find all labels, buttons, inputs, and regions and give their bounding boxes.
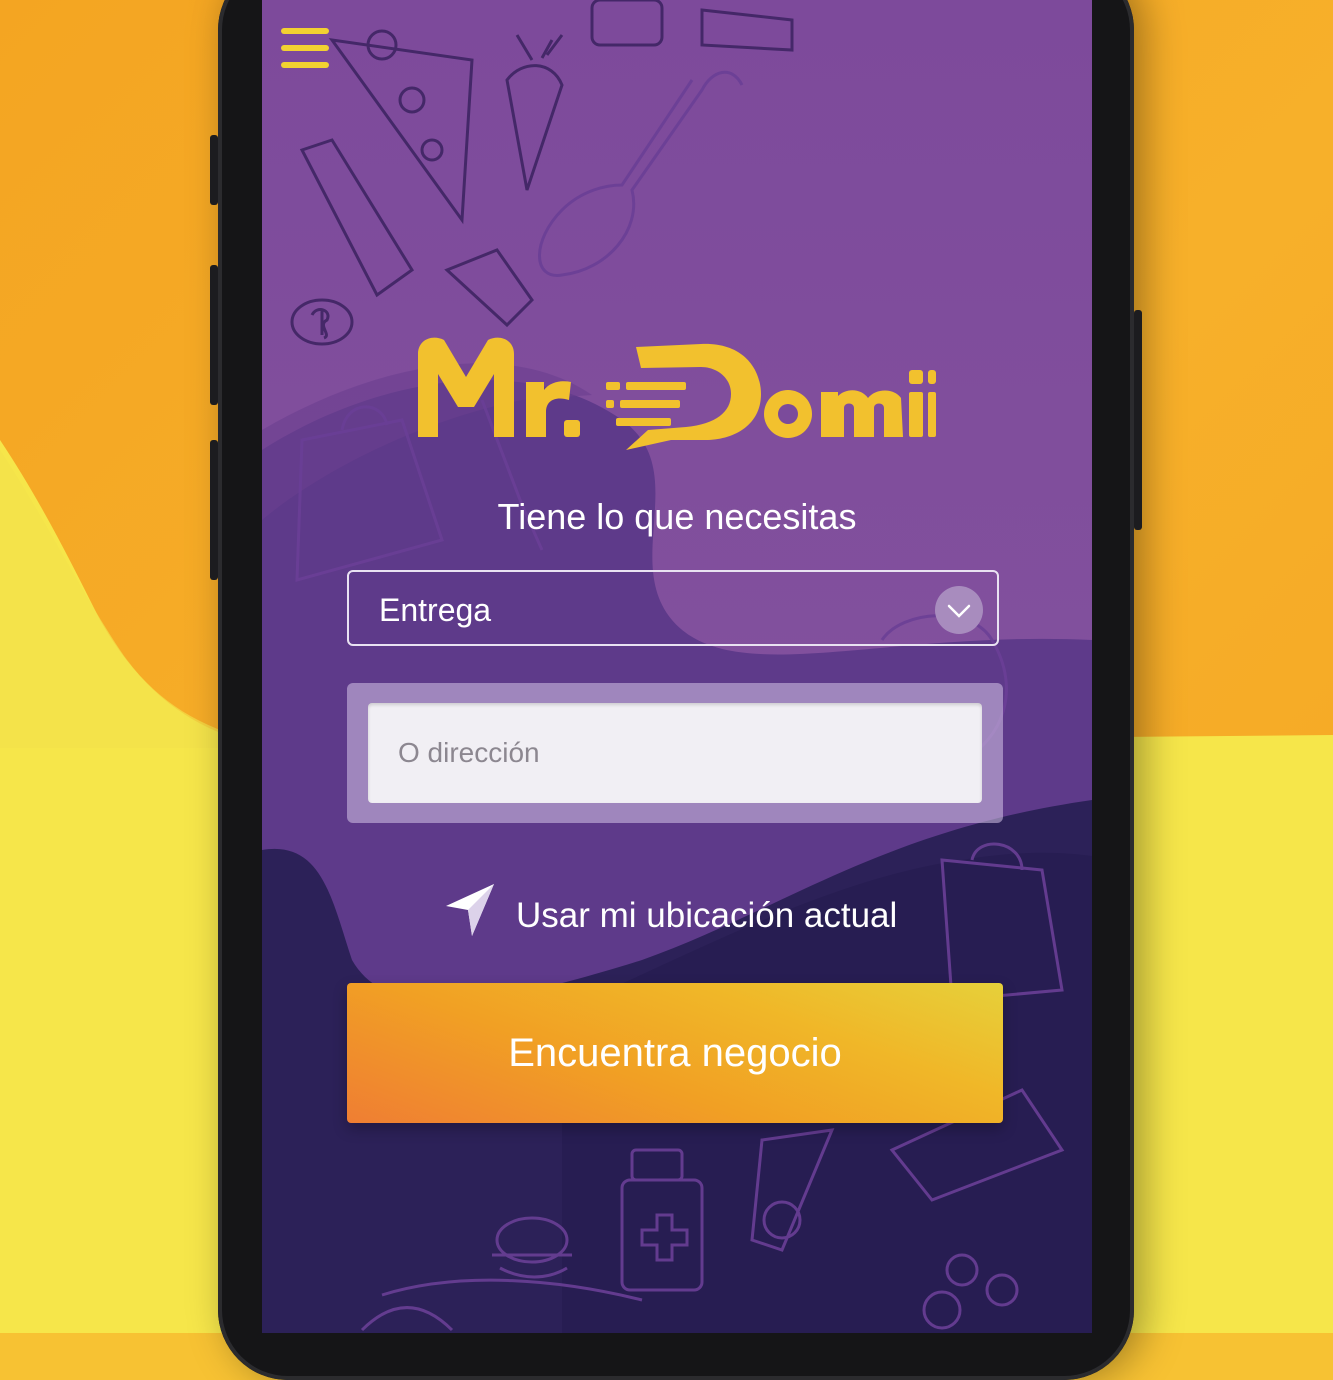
chevron-down-icon[interactable] xyxy=(935,586,983,634)
phone-power-button xyxy=(1134,310,1142,530)
brand-logo xyxy=(418,337,936,450)
phone-side-button xyxy=(210,135,218,205)
hamburger-icon xyxy=(281,62,329,68)
hamburger-icon xyxy=(281,45,329,51)
phone-side-button xyxy=(210,440,218,580)
delivery-type-value: Entrega xyxy=(379,592,492,628)
tagline: Tiene lo que necesitas xyxy=(497,496,857,537)
delivery-type-select[interactable]: Entrega xyxy=(347,570,999,646)
address-input[interactable] xyxy=(368,703,982,803)
use-current-location-label: Usar mi ubicación actual xyxy=(516,896,898,935)
find-business-button[interactable]: Encuentra negocio xyxy=(347,983,1003,1123)
phone-side-button xyxy=(210,265,218,405)
hamburger-icon xyxy=(281,28,329,34)
menu-button[interactable] xyxy=(281,28,329,70)
background-waves xyxy=(262,0,1092,1333)
app-screen: Tiene lo que necesitas Entrega Usar mi u… xyxy=(262,0,1092,1333)
location-arrow-icon xyxy=(446,884,494,936)
address-input-container xyxy=(347,683,1003,823)
